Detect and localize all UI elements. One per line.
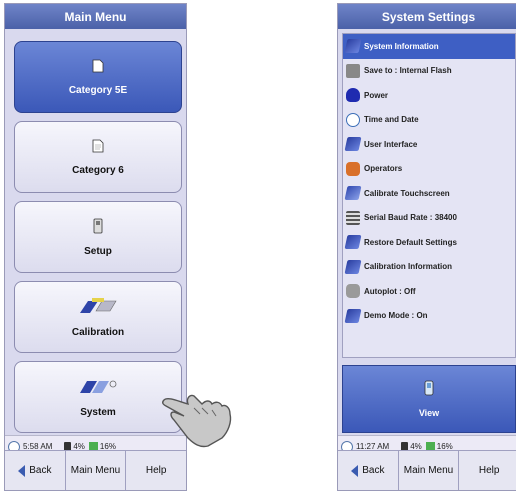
help-button[interactable]: Help (126, 451, 186, 490)
view-button[interactable]: View (342, 365, 516, 433)
setting-label: Calibrate Touchscreen (364, 188, 450, 198)
system-label: System (80, 406, 116, 418)
setting-label: Demo Mode : On (364, 311, 428, 321)
setting-save-to[interactable]: Save to : Internal Flash (343, 59, 515, 84)
help-button[interactable]: Help (459, 451, 516, 490)
back-arrow-icon (18, 464, 26, 477)
calibrate-icon (344, 186, 362, 201)
calibration-button[interactable]: Calibration (14, 281, 182, 353)
view-icon (424, 380, 434, 396)
autoplot-icon (346, 284, 360, 299)
category-5e-button[interactable]: Category 5E (14, 41, 182, 113)
setting-power[interactable]: Power (343, 83, 515, 108)
setting-label: System Information (364, 41, 439, 51)
setting-calibration-information[interactable]: Calibration Information (343, 255, 515, 280)
serial-icon (346, 210, 360, 225)
settings-list: System Information Save to : Internal Fl… (342, 33, 516, 358)
setting-time-and-date[interactable]: Time and Date (343, 108, 515, 133)
setting-user-interface[interactable]: User Interface (343, 132, 515, 157)
setting-calibrate-touchscreen[interactable]: Calibrate Touchscreen (343, 181, 515, 206)
book-icon (344, 235, 362, 250)
main-menu-button[interactable]: Main Menu (399, 451, 460, 490)
disk-icon (346, 63, 360, 78)
help-label: Help (145, 465, 167, 476)
help-label: Help (478, 465, 500, 476)
view-label: View (418, 408, 440, 418)
back-label: Back (29, 465, 52, 476)
setting-label: Operators (364, 164, 403, 174)
setting-label: Restore Default Settings (364, 237, 457, 247)
book-icon (344, 259, 362, 274)
document-icon (92, 139, 104, 152)
operators-icon (346, 161, 360, 176)
main-menu-title: Main Menu (5, 4, 186, 29)
back-label: Back (362, 465, 385, 476)
setting-restore-defaults[interactable]: Restore Default Settings (343, 230, 515, 255)
back-button[interactable]: Back (5, 451, 66, 490)
book-icon (344, 308, 362, 323)
setting-label: Power (364, 90, 389, 100)
pointing-hand-icon (162, 394, 232, 448)
setting-system-information[interactable]: System Information (343, 34, 515, 59)
main-menu-button[interactable]: Main Menu (66, 451, 127, 490)
setting-label: Serial Baud Rate : 38400 (364, 213, 457, 223)
setup-label: Setup (84, 245, 112, 257)
calibration-label: Calibration (71, 326, 125, 338)
setting-autoplot[interactable]: Autoplot : Off (343, 279, 515, 304)
power-icon (346, 88, 360, 103)
category-6-label: Category 6 (72, 164, 124, 176)
setting-label: Time and Date (364, 115, 419, 125)
category-5e-label: Category 5E (68, 84, 128, 96)
nav-bar: Back Main Menu Help (5, 450, 186, 490)
main-menu-label: Main Menu (70, 465, 121, 476)
system-settings-title: System Settings (338, 4, 516, 29)
category-6-button[interactable]: Category 6 (14, 121, 182, 193)
setting-serial-baud-rate[interactable]: Serial Baud Rate : 38400 (343, 206, 515, 231)
calibration-icon (80, 297, 117, 313)
back-button[interactable]: Back (338, 451, 399, 490)
document-icon (92, 59, 104, 72)
setting-demo-mode[interactable]: Demo Mode : On (343, 304, 515, 329)
setup-button[interactable]: Setup (14, 201, 182, 273)
system-button[interactable]: System (14, 361, 182, 433)
main-menu-label: Main Menu (403, 465, 454, 476)
system-icon (80, 380, 117, 393)
nav-bar: Back Main Menu Help (338, 450, 516, 490)
book-icon (344, 137, 362, 152)
back-arrow-icon (351, 464, 359, 477)
clock-icon (346, 112, 360, 127)
device-icon (93, 218, 103, 233)
book-icon (344, 39, 362, 54)
setting-label: Autoplot : Off (364, 286, 416, 296)
setting-operators[interactable]: Operators (343, 157, 515, 182)
system-settings-screen: System Settings System Information Save … (337, 3, 516, 491)
setting-label: Calibration Information (364, 262, 452, 272)
setting-label: User Interface (364, 139, 418, 149)
setting-label: Save to : Internal Flash (364, 66, 452, 76)
